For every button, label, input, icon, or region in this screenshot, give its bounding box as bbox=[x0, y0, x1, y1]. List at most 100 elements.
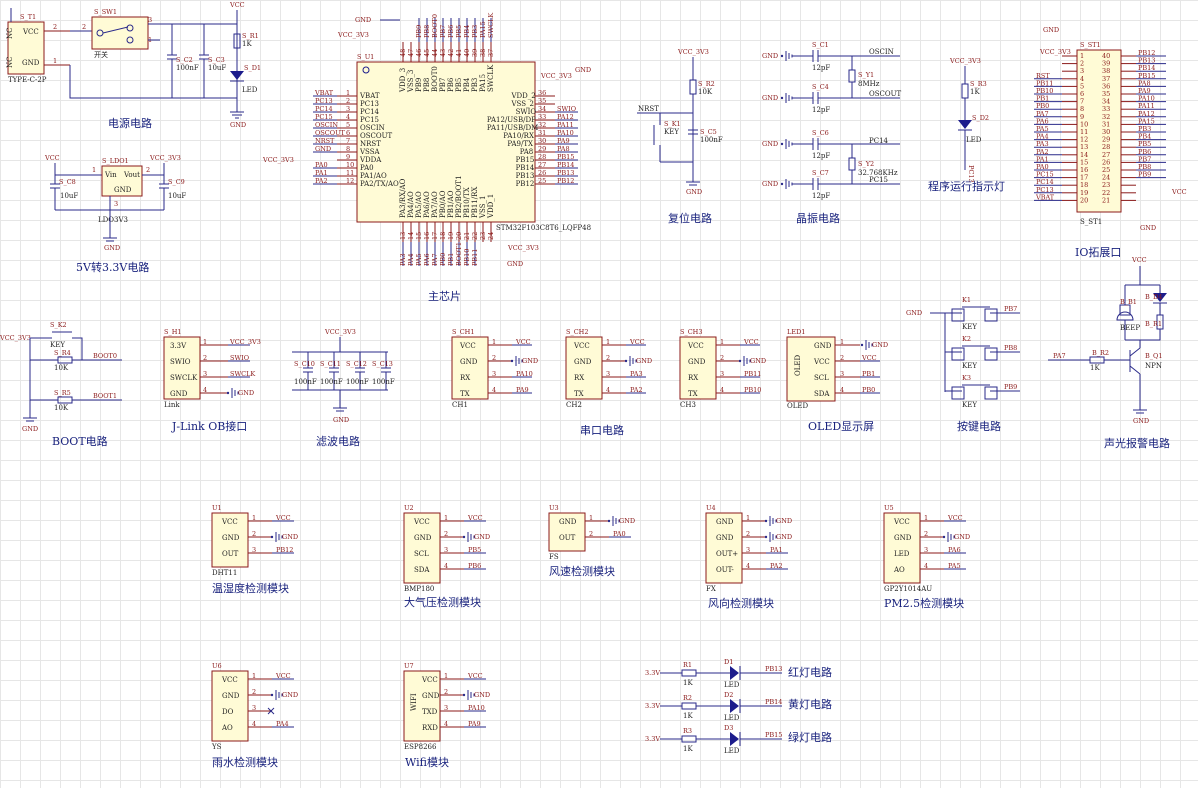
serial-pin-num: 4 bbox=[720, 386, 724, 394]
power-vcc-label: VCC bbox=[229, 1, 245, 9]
pm-net-label: GND bbox=[954, 533, 970, 541]
led-ref: D2 bbox=[724, 691, 733, 699]
mcu-pin-num: 27 bbox=[538, 161, 546, 169]
mcu-net-label: PA6 bbox=[423, 253, 431, 266]
mcu-pin-num: 17 bbox=[431, 232, 439, 240]
filter-cap-value: 100nF bbox=[320, 378, 343, 386]
led-resistor-ref: R2 bbox=[683, 694, 692, 702]
mcu-net-label: PB14 bbox=[557, 161, 574, 169]
fx-part: FX bbox=[706, 585, 716, 593]
mcu-pin-num: 42 bbox=[447, 49, 455, 57]
led-supply-label: 3.3V bbox=[645, 735, 660, 743]
r4-ref: S_R4 bbox=[54, 349, 71, 357]
gnd-icon bbox=[270, 535, 274, 539]
mcu-pin-name: VDD_1 bbox=[487, 194, 495, 219]
mcu-pin-name: PA1/AO bbox=[360, 172, 387, 180]
mcu-pin-num: 29 bbox=[538, 145, 546, 153]
wifi-pin-num: 1 bbox=[444, 672, 448, 680]
mcu-net-label: NRST bbox=[315, 137, 335, 145]
oled-pin-num: 2 bbox=[840, 354, 844, 362]
pm-ref: U5 bbox=[884, 504, 894, 512]
serial-pin-name: GND bbox=[688, 358, 706, 366]
jlink-net-label: VCC_3V3 bbox=[229, 338, 261, 346]
section-title-bmp: 大气压检测模块 bbox=[404, 595, 481, 609]
wifi-ref: U7 bbox=[404, 662, 414, 670]
gnd-icon bbox=[780, 182, 784, 186]
dht-pin-name: GND bbox=[222, 534, 240, 542]
mcu-ref: S_U1 bbox=[357, 53, 374, 61]
filter-cap-value: 100nF bbox=[294, 378, 317, 386]
oled-pin-num: 1 bbox=[840, 338, 844, 346]
mcu-pin-num: 8 bbox=[346, 145, 350, 153]
mcu-pin-name: PC14 bbox=[360, 108, 380, 116]
ldo-pin3: 3 bbox=[114, 200, 118, 208]
mcu-vcc33-left: VCC_3V3 bbox=[262, 156, 294, 164]
jlink-pin-num: 1 bbox=[203, 338, 207, 346]
section-title-green: 绿灯电路 bbox=[788, 730, 832, 744]
mcu-pin-num: 39 bbox=[471, 49, 479, 57]
b1-value: BEEP bbox=[1120, 324, 1140, 332]
mcu-pin-name: PB5 bbox=[455, 78, 463, 92]
mcu-pin-name: PB14 bbox=[516, 164, 535, 172]
d1-value: LED bbox=[242, 86, 258, 94]
serial-ref: S_CH1 bbox=[452, 328, 474, 336]
gnd-icon bbox=[607, 519, 611, 523]
c5-value: 100nF bbox=[700, 136, 723, 144]
rain-pin-num: 3 bbox=[252, 704, 256, 712]
bmp-ref: U2 bbox=[404, 504, 414, 512]
mcu-pin-name: PB10/TX bbox=[463, 187, 471, 218]
gnd-icon bbox=[510, 359, 514, 363]
mcu-pin-name: PA3/RX/AO bbox=[399, 178, 407, 218]
filter-cap-value: 100nF bbox=[372, 378, 395, 386]
mcu-pin-name: PA5/AO bbox=[415, 191, 423, 218]
key-net-label: PB9 bbox=[1004, 383, 1017, 391]
crystal-cap-ref: S_C4 bbox=[812, 83, 829, 91]
oled-circuit: LED1 OLED OLED GND 1 GND VCC 2 VCC SCL 3 PB1 SDA 4… bbox=[786, 328, 888, 433]
fs-pin-num: 2 bbox=[589, 530, 593, 538]
fx-pin-num: 1 bbox=[746, 514, 750, 522]
mcu-net-label: VBAT bbox=[314, 89, 334, 97]
mcu-pin-name: PB2/BOOT1 bbox=[455, 175, 463, 218]
led-resistor-ref: R3 bbox=[683, 727, 692, 735]
serial-pin-num: 3 bbox=[492, 370, 496, 378]
alarm-net: PA7 bbox=[1053, 352, 1066, 360]
oled-pin-name: GND bbox=[814, 342, 832, 350]
c5-ref: S_C5 bbox=[700, 128, 717, 136]
mcu-pin-num: 46 bbox=[415, 49, 423, 57]
dht-pin-name: VCC bbox=[221, 518, 238, 526]
wifi-pin-name: TXD bbox=[422, 708, 438, 716]
sw1-pin2: 2 bbox=[82, 23, 86, 31]
crystal-cap-value: 12pF bbox=[812, 152, 830, 160]
mcu-pin-name: PA8 bbox=[520, 148, 534, 156]
mcu-pin-name: VDD_2 bbox=[511, 92, 536, 100]
keys-circuit: GND K1 KEY PB7 K2 KEY PB8 K3 KEY PB9 按键电路 bbox=[906, 296, 1020, 433]
dht-pin-num: 3 bbox=[252, 546, 256, 554]
mcu-net-label: PA10 bbox=[557, 129, 574, 137]
mcu-pin-num: 28 bbox=[538, 153, 546, 161]
led-d1-icon bbox=[230, 71, 244, 80]
mcu-net-label: GND bbox=[315, 145, 331, 153]
bmp-pin-name: GND bbox=[414, 534, 432, 542]
ldo-gnd-label: GND bbox=[104, 244, 120, 252]
serial-net-label: GND bbox=[522, 357, 538, 365]
pm-pin-num: 3 bbox=[924, 546, 928, 554]
crystal-cap-value: 12pF bbox=[812, 192, 830, 200]
reset-circuit: VCC_3V3 S_R2 10K NRST S_K1 KEY S_C5 100n… bbox=[637, 48, 723, 225]
mcu-pin-num: 6 bbox=[346, 129, 350, 137]
fx-pin-name: OUT+ bbox=[716, 550, 738, 558]
mcu-pin-name: PB7 bbox=[439, 78, 447, 92]
gnd-icon bbox=[624, 359, 628, 363]
io-vcc33-label: VCC_3V3 bbox=[1039, 48, 1071, 56]
gnd-icon bbox=[780, 54, 784, 58]
mcu-net-label: PA1 bbox=[315, 169, 328, 177]
mcu-pin-name: PA7/AO bbox=[431, 191, 439, 218]
section-title-oled: OLED显示屏 bbox=[808, 420, 874, 433]
crystal-cap-ref: S_C7 bbox=[812, 169, 829, 177]
serial-circuit: S_CH1 CH1 VCC 1 VCC GND 2 GND RX 3 PA10 TX 4 PA9 S_CH2… bbox=[451, 328, 766, 437]
r1-ref: S_R1 bbox=[242, 32, 259, 40]
section-title-serial: 串口电路 bbox=[580, 424, 624, 437]
mcu-net-label: PA11 bbox=[557, 121, 574, 129]
mcu-pin-name: PB11/RX bbox=[471, 187, 479, 218]
rain-net-label: GND bbox=[282, 691, 298, 699]
wifi-body: WIFI bbox=[410, 693, 418, 711]
